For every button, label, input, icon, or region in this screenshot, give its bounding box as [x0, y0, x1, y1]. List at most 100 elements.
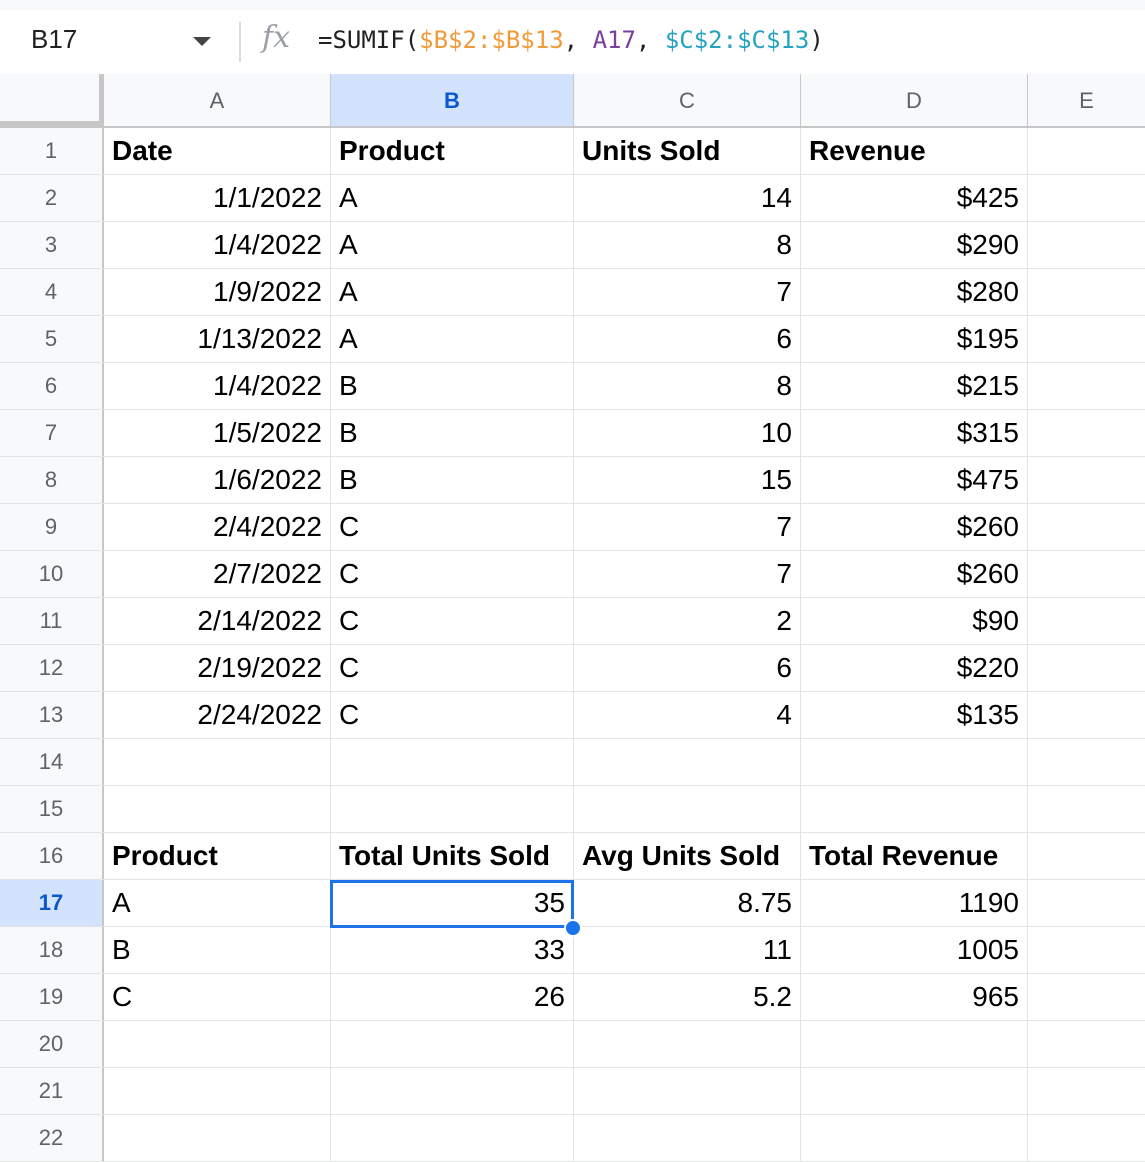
cell-e2[interactable] — [1028, 175, 1145, 221]
cell-a14[interactable] — [104, 739, 331, 785]
row-header[interactable]: 21 — [0, 1068, 104, 1114]
cell-c5[interactable]: 6 — [574, 316, 801, 362]
cell-b3[interactable]: A — [331, 222, 574, 268]
formula-input[interactable]: =SUMIF($B$2:$B$13, A17, $C$2:$C$13) — [318, 26, 824, 54]
cell-c18[interactable]: 11 — [574, 927, 801, 973]
cell-c17[interactable]: 8.75 — [574, 880, 801, 926]
cell-a16[interactable]: Product — [104, 833, 331, 879]
cell-b4[interactable]: A — [331, 269, 574, 315]
cell-b12[interactable]: C — [331, 645, 574, 691]
cell-a3[interactable]: 1/4/2022 — [104, 222, 331, 268]
fill-handle[interactable] — [564, 919, 582, 937]
column-header-c[interactable]: C — [574, 74, 801, 126]
cell-a9[interactable]: 2/4/2022 — [104, 504, 331, 550]
cell-d20[interactable] — [801, 1021, 1028, 1067]
cell-d17[interactable]: 1190 — [801, 880, 1028, 926]
cell-b1[interactable]: Product — [331, 128, 574, 174]
row-header[interactable]: 3 — [0, 222, 104, 268]
row-header[interactable]: 4 — [0, 269, 104, 315]
cell-b9[interactable]: C — [331, 504, 574, 550]
cell-b5[interactable]: A — [331, 316, 574, 362]
cell-a22[interactable] — [104, 1115, 331, 1161]
row-header[interactable]: 8 — [0, 457, 104, 503]
row-header[interactable]: 18 — [0, 927, 104, 973]
row-header[interactable]: 13 — [0, 692, 104, 738]
cell-d5[interactable]: $195 — [801, 316, 1028, 362]
cell-e22[interactable] — [1028, 1115, 1145, 1161]
cell-b10[interactable]: C — [331, 551, 574, 597]
row-header[interactable]: 7 — [0, 410, 104, 456]
row-header[interactable]: 9 — [0, 504, 104, 550]
row-header[interactable]: 2 — [0, 175, 104, 221]
cell-d7[interactable]: $315 — [801, 410, 1028, 456]
row-header[interactable]: 5 — [0, 316, 104, 362]
cell-c4[interactable]: 7 — [574, 269, 801, 315]
cell-e1[interactable] — [1028, 128, 1145, 174]
cell-b14[interactable] — [331, 739, 574, 785]
row-header[interactable]: 17 — [0, 880, 104, 926]
cell-e12[interactable] — [1028, 645, 1145, 691]
column-header-d[interactable]: D — [801, 74, 1028, 126]
cell-c1[interactable]: Units Sold — [574, 128, 801, 174]
cell-e9[interactable] — [1028, 504, 1145, 550]
cell-d8[interactable]: $475 — [801, 457, 1028, 503]
cell-a7[interactable]: 1/5/2022 — [104, 410, 331, 456]
row-header[interactable]: 19 — [0, 974, 104, 1020]
select-all-corner[interactable] — [0, 74, 104, 126]
cell-c7[interactable]: 10 — [574, 410, 801, 456]
cell-e20[interactable] — [1028, 1021, 1145, 1067]
row-header[interactable]: 14 — [0, 739, 104, 785]
cell-a5[interactable]: 1/13/2022 — [104, 316, 331, 362]
cell-d12[interactable]: $220 — [801, 645, 1028, 691]
cell-d13[interactable]: $135 — [801, 692, 1028, 738]
cell-a12[interactable]: 2/19/2022 — [104, 645, 331, 691]
cell-d9[interactable]: $260 — [801, 504, 1028, 550]
name-box[interactable]: B17 — [31, 24, 77, 55]
cell-e18[interactable] — [1028, 927, 1145, 973]
cell-b17[interactable]: 35 — [331, 880, 574, 926]
cell-e16[interactable] — [1028, 833, 1145, 879]
cell-b21[interactable] — [331, 1068, 574, 1114]
cell-c12[interactable]: 6 — [574, 645, 801, 691]
cell-d22[interactable] — [801, 1115, 1028, 1161]
cell-b8[interactable]: B — [331, 457, 574, 503]
row-header[interactable]: 6 — [0, 363, 104, 409]
cell-b20[interactable] — [331, 1021, 574, 1067]
cell-c8[interactable]: 15 — [574, 457, 801, 503]
cell-d15[interactable] — [801, 786, 1028, 832]
cell-b7[interactable]: B — [331, 410, 574, 456]
cell-b11[interactable]: C — [331, 598, 574, 644]
cell-b18[interactable]: 33 — [331, 927, 574, 973]
cell-a8[interactable]: 1/6/2022 — [104, 457, 331, 503]
cell-c9[interactable]: 7 — [574, 504, 801, 550]
cell-c11[interactable]: 2 — [574, 598, 801, 644]
cell-d4[interactable]: $280 — [801, 269, 1028, 315]
spreadsheet-grid[interactable]: ABCDE 1 Date Product Units Sold Revenue 2 1/1/… — [0, 74, 1145, 1162]
cell-e17[interactable] — [1028, 880, 1145, 926]
cell-a10[interactable]: 2/7/2022 — [104, 551, 331, 597]
cell-d3[interactable]: $290 — [801, 222, 1028, 268]
cell-e10[interactable] — [1028, 551, 1145, 597]
cell-c10[interactable]: 7 — [574, 551, 801, 597]
cell-e6[interactable] — [1028, 363, 1145, 409]
cell-a13[interactable]: 2/24/2022 — [104, 692, 331, 738]
cell-e11[interactable] — [1028, 598, 1145, 644]
cell-d18[interactable]: 1005 — [801, 927, 1028, 973]
cell-b16[interactable]: Total Units Sold — [331, 833, 574, 879]
chevron-down-icon[interactable] — [193, 37, 211, 46]
cell-c14[interactable] — [574, 739, 801, 785]
cell-a6[interactable]: 1/4/2022 — [104, 363, 331, 409]
cell-e5[interactable] — [1028, 316, 1145, 362]
cell-d19[interactable]: 965 — [801, 974, 1028, 1020]
cell-d14[interactable] — [801, 739, 1028, 785]
cell-b6[interactable]: B — [331, 363, 574, 409]
cell-a2[interactable]: 1/1/2022 — [104, 175, 331, 221]
cell-a21[interactable] — [104, 1068, 331, 1114]
cell-b22[interactable] — [331, 1115, 574, 1161]
cell-b13[interactable]: C — [331, 692, 574, 738]
row-header[interactable]: 16 — [0, 833, 104, 879]
row-header[interactable]: 1 — [0, 128, 104, 174]
cell-e3[interactable] — [1028, 222, 1145, 268]
row-header[interactable]: 22 — [0, 1115, 104, 1161]
cell-a18[interactable]: B — [104, 927, 331, 973]
